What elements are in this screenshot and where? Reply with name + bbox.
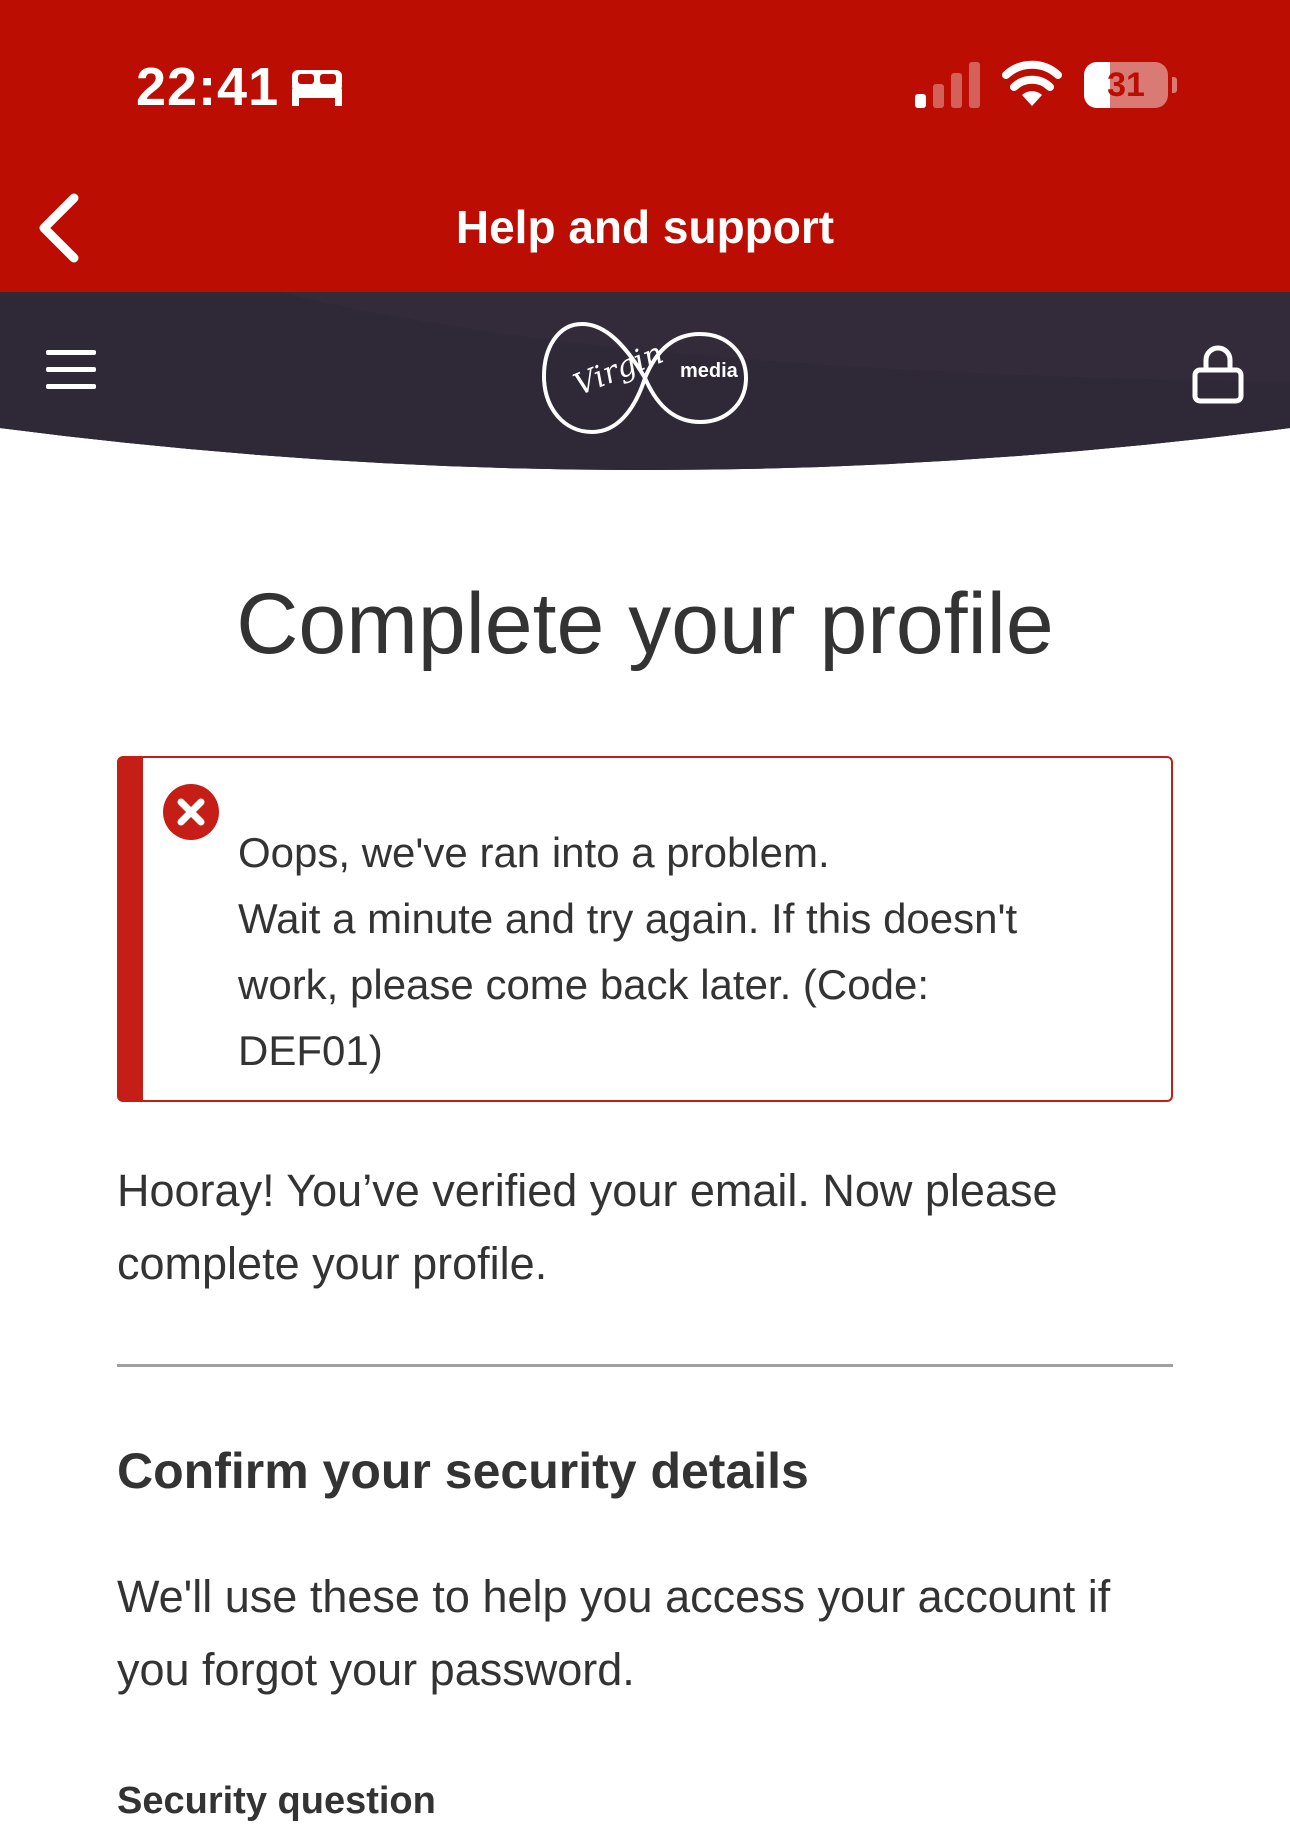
virgin-media-logo[interactable]: Virgin media xyxy=(540,316,750,440)
intro-text-line: complete your profile. xyxy=(117,1238,548,1289)
error-message-line: DEF01) xyxy=(238,1027,383,1074)
section-heading: Confirm your security details xyxy=(117,1443,809,1499)
error-message-line: work, please come back later. (Code: xyxy=(238,961,929,1008)
status-time: 22:41 xyxy=(136,57,280,117)
header-title: Help and support xyxy=(455,201,835,253)
logo-media-text: media xyxy=(680,360,738,382)
section-description: We'll use these to help you access your … xyxy=(117,1560,1197,1706)
error-x-icon xyxy=(163,784,219,840)
divider xyxy=(117,1364,1173,1367)
intro-text-line: Hooray! You’ve verified your email. Now … xyxy=(117,1165,1058,1216)
error-message-line: Wait a minute and try again. If this doe… xyxy=(238,895,1018,942)
wifi-icon xyxy=(1002,60,1062,106)
hamburger-menu-icon[interactable] xyxy=(46,348,96,392)
section-description-line: We'll use these to help you access your … xyxy=(117,1571,1111,1622)
app-header: 22:41 31 Help and support xyxy=(0,0,1290,292)
section-description-line: you forgot your password. xyxy=(117,1644,635,1695)
security-question-label: Security question xyxy=(117,1780,436,1822)
battery-level: 31 xyxy=(1107,66,1145,104)
page-title: Complete your profile xyxy=(236,576,1054,672)
error-message-line: Oops, we've ran into a problem. xyxy=(238,829,830,876)
error-alert: Oops, we've ran into a problem. Wait a m… xyxy=(117,756,1173,1102)
intro-text: Hooray! You’ve verified your email. Now … xyxy=(117,1154,1177,1300)
sleep-focus-icon xyxy=(292,70,342,106)
site-nav: Virgin media xyxy=(0,292,1290,472)
battery-icon: 31 xyxy=(1084,62,1177,108)
cellular-signal-icon xyxy=(915,62,980,108)
error-message: Oops, we've ran into a problem. Wait a m… xyxy=(238,820,1158,1084)
lock-icon[interactable] xyxy=(1192,344,1244,404)
